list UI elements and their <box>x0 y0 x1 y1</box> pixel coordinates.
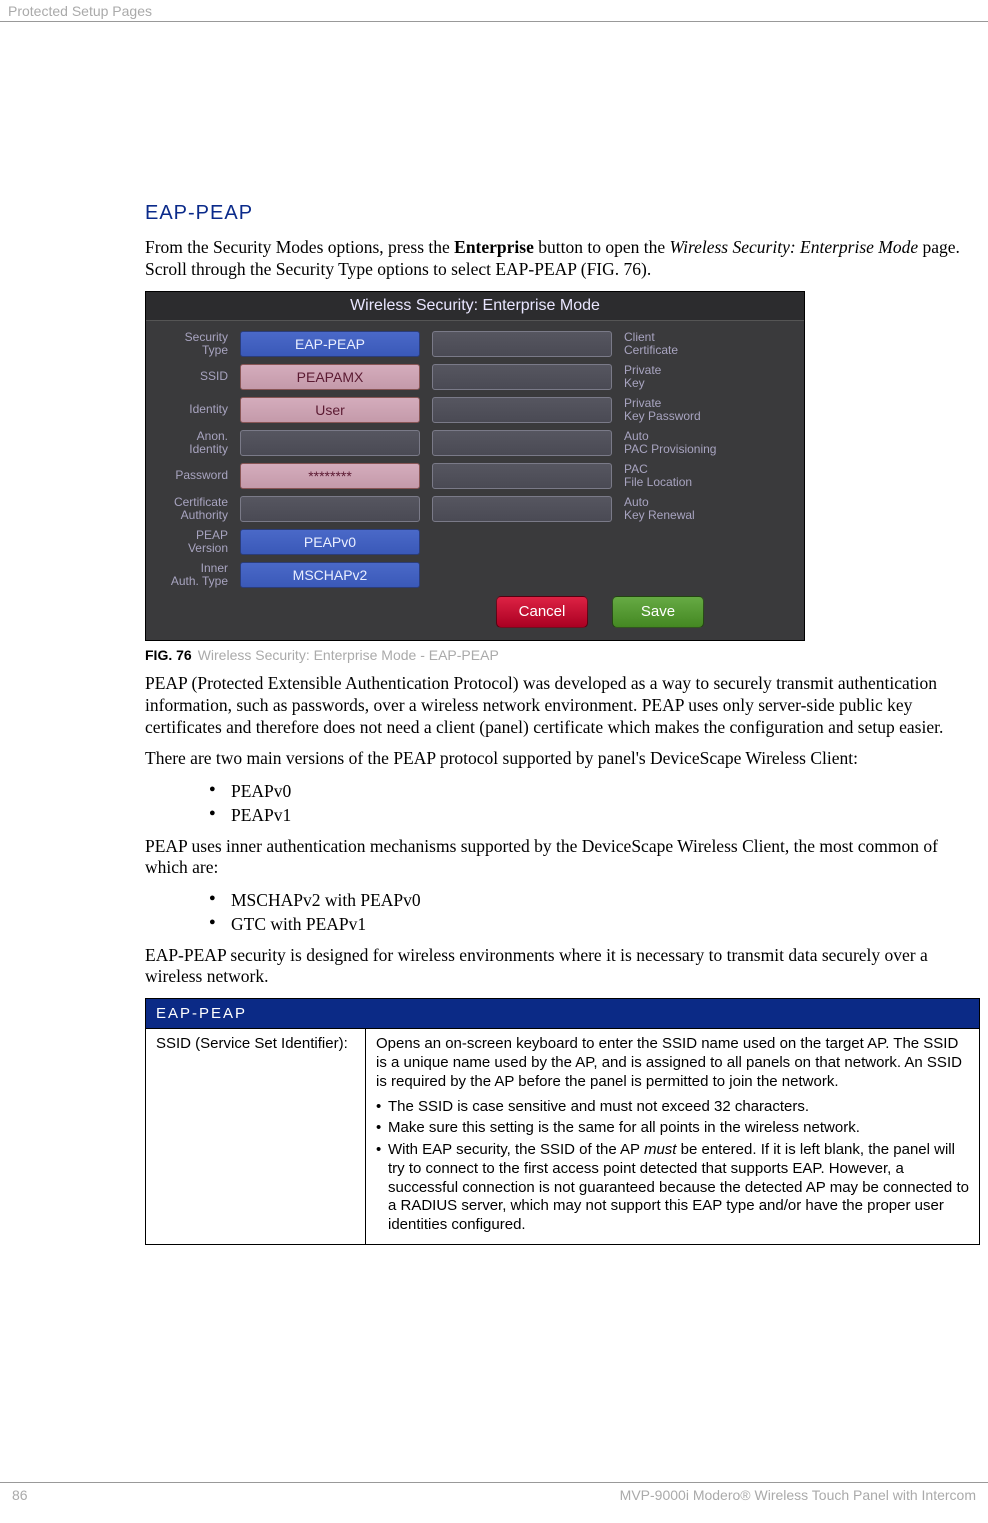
field-label-left: SSID <box>152 370 228 383</box>
list-item: GTC with PEAPv1 <box>209 913 980 937</box>
section-title: EAP-PEAP <box>145 202 980 225</box>
field-value-right[interactable] <box>432 331 612 357</box>
table-note: Make sure this setting is the same for a… <box>376 1119 969 1138</box>
field-value-right[interactable] <box>432 463 612 489</box>
field-label-left: PEAPVersion <box>152 529 228 554</box>
table-cell-value: Opens an on-screen keyboard to enter the… <box>366 1029 980 1245</box>
field-value-left[interactable]: EAP-PEAP <box>240 331 420 357</box>
field-label-left: InnerAuth. Type <box>152 562 228 587</box>
table-cell-key: SSID (Service Set Identifier): <box>146 1029 366 1245</box>
section-name: Protected Setup Pages <box>8 3 152 19</box>
field-label-left: SecurityType <box>152 331 228 356</box>
field-value-right[interactable] <box>432 397 612 423</box>
field-label-right: PrivateKey <box>624 364 724 389</box>
footer-product: MVP-9000i Modero® Wireless Touch Panel w… <box>620 1487 976 1503</box>
field-label-left: Identity <box>152 403 228 416</box>
page-number: 86 <box>12 1487 28 1503</box>
table-note: With EAP security, the SSID of the AP mu… <box>376 1141 969 1235</box>
field-label-right: PrivateKey Password <box>624 397 724 422</box>
field-label-left: CertificateAuthority <box>152 496 228 521</box>
shot-button-row: Cancel Save <box>146 594 804 640</box>
field-value-right[interactable] <box>432 364 612 390</box>
field-value-left[interactable]: ******** <box>240 463 420 489</box>
table-notes-list: The SSID is case sensitive and must not … <box>376 1098 969 1235</box>
page-header: Protected Setup Pages <box>0 0 988 22</box>
field-label-right: AutoKey Renewal <box>624 496 724 521</box>
save-button[interactable]: Save <box>612 596 704 628</box>
cancel-button[interactable]: Cancel <box>496 596 588 628</box>
page-footer: 86 MVP-9000i Modero® Wireless Touch Pane… <box>0 1482 988 1503</box>
paragraph-peap-desc: PEAP (Protected Extensible Authenticatio… <box>145 673 980 739</box>
page-content: EAP-PEAP From the Security Modes options… <box>0 22 980 1245</box>
list-item: PEAPv0 <box>209 780 980 804</box>
inner-auth-list: MSCHAPv2 with PEAPv0GTC with PEAPv1 <box>209 889 980 936</box>
field-value-left[interactable] <box>240 430 420 456</box>
figure-76: Wireless Security: Enterprise Mode Secur… <box>145 291 980 641</box>
figure-caption: FIG. 76 Wireless Security: Enterprise Mod… <box>145 647 980 663</box>
peap-versions-list: PEAPv0PEAPv1 <box>209 780 980 827</box>
table-header: EAP-PEAP <box>146 999 980 1029</box>
field-value-left[interactable]: User <box>240 397 420 423</box>
field-value-left[interactable]: PEAPAMX <box>240 364 420 390</box>
field-value-left[interactable]: PEAPv0 <box>240 529 420 555</box>
field-value-left[interactable] <box>240 496 420 522</box>
eap-peap-table: EAP-PEAP SSID (Service Set Identifier): … <box>145 998 980 1245</box>
field-label-right: ClientCertificate <box>624 331 724 356</box>
field-value-right[interactable] <box>432 496 612 522</box>
field-label-right: PACFile Location <box>624 463 724 488</box>
field-value-right[interactable] <box>432 430 612 456</box>
shot-title: Wireless Security: Enterprise Mode <box>146 292 804 321</box>
intro-paragraph: From the Security Modes options, press t… <box>145 237 980 281</box>
figure-text: Wireless Security: Enterprise Mode - EAP… <box>198 647 499 663</box>
field-label-left: Anon.Identity <box>152 430 228 455</box>
paragraph-versions-intro: There are two main versions of the PEAP … <box>145 748 980 770</box>
field-label-left: Password <box>152 469 228 482</box>
enterprise-mode-screenshot: Wireless Security: Enterprise Mode Secur… <box>145 291 805 641</box>
paragraph-innerauth-intro: PEAP uses inner authentication mechanism… <box>145 836 980 880</box>
list-item: PEAPv1 <box>209 804 980 828</box>
table-note: The SSID is case sensitive and must not … <box>376 1098 969 1117</box>
field-value-left[interactable]: MSCHAPv2 <box>240 562 420 588</box>
field-label-right: AutoPAC Provisioning <box>624 430 724 455</box>
paragraph-summary: EAP-PEAP security is designed for wirele… <box>145 945 980 989</box>
list-item: MSCHAPv2 with PEAPv0 <box>209 889 980 913</box>
table-desc: Opens an on-screen keyboard to enter the… <box>376 1035 962 1090</box>
figure-number: FIG. 76 <box>145 647 192 663</box>
